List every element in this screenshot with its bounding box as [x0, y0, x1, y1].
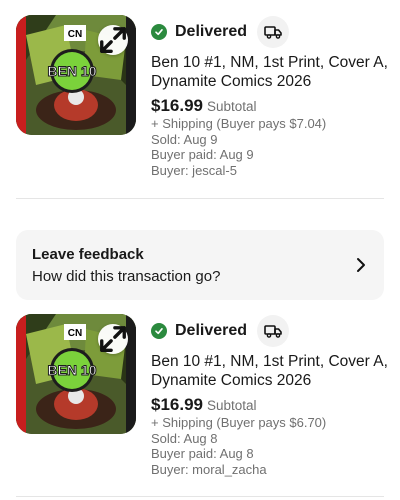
chevron-right-icon[interactable] — [352, 256, 370, 274]
order-info: Delivered Ben 10 #1, NM, 1st Print, Cove… — [151, 10, 391, 178]
expand-icon[interactable] — [98, 25, 128, 55]
leave-feedback-card[interactable]: Leave feedback How did this transaction … — [16, 230, 384, 300]
item-price: $16.99 — [151, 96, 203, 115]
order-card[interactable]: CN BEN 10 Delivered Ben 10 #1, NM, 1st P… — [0, 309, 400, 477]
check-circle-icon — [151, 24, 167, 40]
delivery-status: Delivered — [175, 23, 248, 40]
truck-icon[interactable] — [257, 315, 290, 347]
status-row: Delivered — [151, 309, 391, 353]
price-label: Subtotal — [207, 99, 257, 114]
shipping-info: + Shipping (Buyer pays $7.04) — [151, 116, 327, 131]
order-info: Delivered Ben 10 #1, NM, 1st Print, Cove… — [151, 309, 391, 477]
buyer-paid-date: Buyer paid: Aug 8 — [151, 446, 254, 461]
cover-brand-text: CN — [68, 29, 82, 40]
item-title[interactable]: Ben 10 #1, NM, 1st Print, Cover A, Dynam… — [151, 53, 391, 91]
order-card[interactable]: CN BEN 10 Delivered Ben 10 #1, NM, 1st P… — [0, 10, 400, 178]
expand-icon[interactable] — [98, 324, 128, 354]
item-thumbnail[interactable]: CN BEN 10 — [16, 15, 136, 135]
price-row: $16.99 Subtotal — [151, 395, 391, 415]
item-price: $16.99 — [151, 395, 203, 414]
cover-logo-text: BEN 10 — [47, 362, 96, 378]
buyer-paid-date: Buyer paid: Aug 9 — [151, 147, 254, 162]
feedback-title: Leave feedback — [32, 246, 144, 263]
check-circle-icon — [151, 323, 167, 339]
status-row: Delivered — [151, 10, 391, 54]
price-label: Subtotal — [207, 398, 257, 413]
price-row: $16.99 Subtotal — [151, 96, 391, 116]
cover-brand-text: CN — [68, 328, 82, 339]
sold-date: Sold: Aug 9 — [151, 131, 218, 147]
sold-date: Sold: Aug 8 — [151, 430, 218, 446]
divider — [16, 198, 384, 199]
item-thumbnail[interactable]: CN BEN 10 — [16, 314, 136, 434]
delivery-status: Delivered — [175, 322, 248, 339]
shipping-info: + Shipping (Buyer pays $6.70) — [151, 415, 327, 430]
truck-icon[interactable] — [257, 16, 290, 48]
buyer-name: Buyer: jescal-5 — [151, 162, 237, 178]
cover-logo-text: BEN 10 — [47, 63, 96, 79]
orders-screen: CN BEN 10 Delivered Ben 10 #1, NM, 1st P… — [0, 0, 400, 500]
buyer-name: Buyer: moral_zacha — [151, 461, 267, 477]
divider — [16, 496, 384, 497]
feedback-subtitle: How did this transaction go? — [32, 268, 221, 285]
item-title[interactable]: Ben 10 #1, NM, 1st Print, Cover A, Dynam… — [151, 352, 391, 390]
